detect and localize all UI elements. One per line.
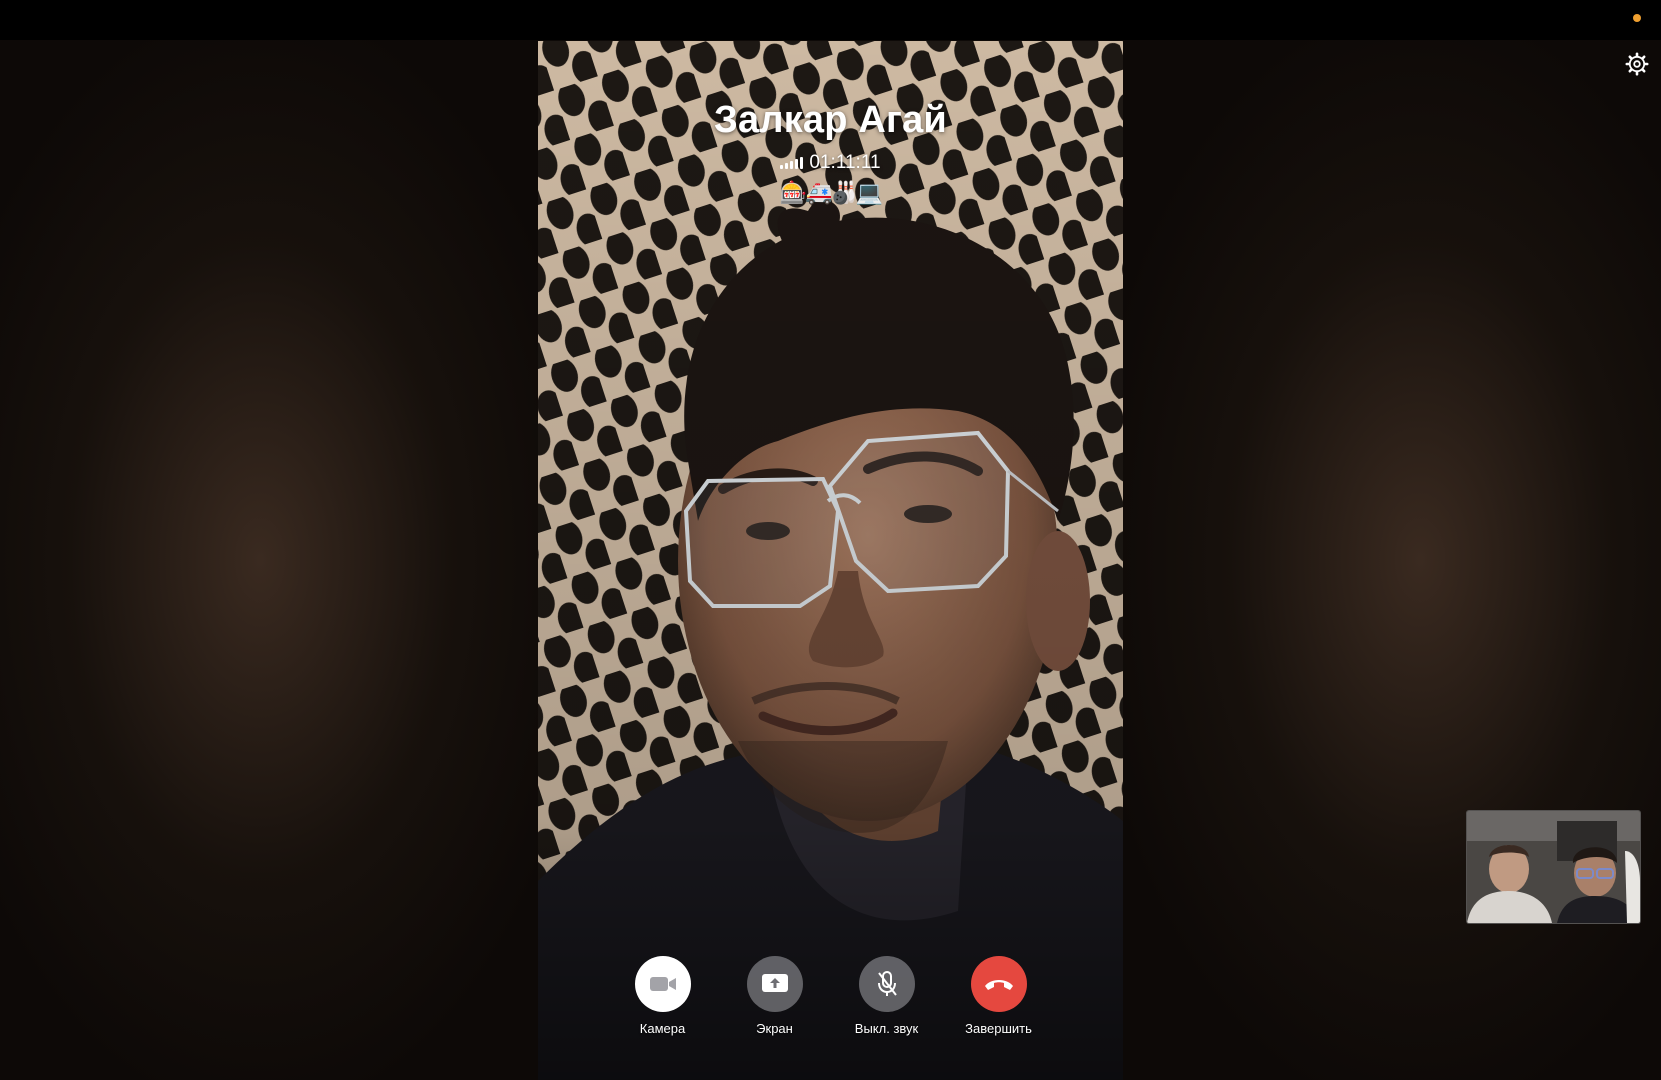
end-call-icon bbox=[984, 980, 1013, 990]
settings-button[interactable] bbox=[1623, 50, 1651, 78]
self-video-preview[interactable] bbox=[1466, 810, 1641, 924]
mute-button[interactable]: Выкл. звук bbox=[854, 956, 919, 1036]
video-camera-icon bbox=[649, 977, 676, 991]
screen-share-button-label: Экран bbox=[756, 1021, 793, 1036]
camera-button[interactable]: Камера bbox=[633, 956, 693, 1036]
end-call-button[interactable]: Завершить bbox=[965, 956, 1032, 1036]
signal-strength-icon bbox=[780, 157, 804, 169]
screen-share-icon bbox=[761, 974, 788, 992]
title-bar bbox=[0, 0, 1661, 40]
caller-name: Залкар Агай bbox=[714, 99, 947, 141]
local-camera-video bbox=[1467, 811, 1640, 923]
mute-button-label: Выкл. звук bbox=[854, 1021, 919, 1036]
gear-icon bbox=[1625, 52, 1649, 76]
caller-info: Залкар Агай 01:11:11 🎰🚑🎳💻 bbox=[538, 99, 1123, 206]
encryption-emoji-key[interactable]: 🎰🚑🎳💻 bbox=[538, 180, 1123, 206]
call-duration: 01:11:11 bbox=[809, 152, 881, 173]
call-controls: Камера Экран Выкл. звук Завершить bbox=[538, 956, 1123, 1036]
remote-video: Залкар Агай 01:11:11 🎰🚑🎳💻 Камера Экран В… bbox=[538, 41, 1123, 1080]
call-status: 01:11:11 bbox=[780, 152, 881, 174]
end-call-button-circle[interactable] bbox=[970, 956, 1027, 1012]
call-window: Залкар Агай 01:11:11 🎰🚑🎳💻 Камера Экран В… bbox=[0, 0, 1661, 1080]
camera-button-circle[interactable] bbox=[634, 956, 691, 1012]
screen-share-button[interactable]: Экран bbox=[745, 956, 805, 1036]
mic-off-icon bbox=[877, 971, 897, 996]
screen-share-button-circle[interactable] bbox=[746, 956, 803, 1012]
mute-button-circle[interactable] bbox=[858, 956, 915, 1012]
camera-button-label: Камера bbox=[639, 1021, 686, 1036]
recording-indicator-dot bbox=[1633, 14, 1641, 22]
end-call-button-label: Завершить bbox=[965, 1021, 1032, 1036]
